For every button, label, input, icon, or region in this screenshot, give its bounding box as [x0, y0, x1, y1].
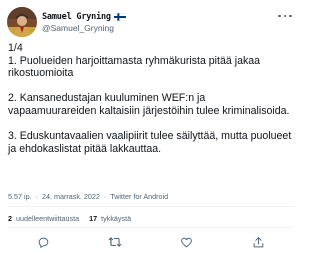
retweets-stat[interactable]: 2 uudelleentwiittausta — [8, 214, 79, 223]
like-button[interactable] — [179, 234, 195, 250]
author-handle[interactable]: @Samuel_Gryning — [42, 23, 126, 33]
divider — [8, 206, 294, 207]
reply-icon — [38, 237, 49, 248]
finnish-flag-icon — [113, 12, 126, 21]
tweet-line: 3. Eduskuntavaalien vaalipiirit tulee sä… — [8, 130, 295, 155]
tweet-source[interactable]: Twitter for Android — [110, 192, 168, 201]
tweet-text: 1/4 1. Puolueiden harjoittamasta ryhmäku… — [8, 42, 294, 155]
tweet-stats: 2 uudelleentwiittausta 17 tykkäystä — [8, 214, 131, 223]
divider — [8, 227, 294, 228]
action-bar — [8, 233, 294, 251]
avatar-icon — [7, 7, 37, 37]
meta-separator: · — [35, 192, 38, 201]
like-icon — [181, 237, 193, 247]
tweet-meta: 5.57 ip. · 24. marrask. 2022 · Twitter f… — [8, 192, 168, 201]
author-names: Samuel Gryning @Samuel_Gryning — [42, 11, 126, 33]
reply-button[interactable] — [36, 234, 52, 250]
retweet-button[interactable] — [107, 234, 123, 250]
display-name[interactable]: Samuel Gryning — [42, 12, 111, 22]
likes-stat[interactable]: 17 tykkäystä — [89, 214, 131, 223]
tweet-header: Samuel Gryning @Samuel_Gryning — [7, 7, 126, 37]
tweet-date[interactable]: 24. marrask. 2022 — [42, 192, 100, 201]
likes-label: tykkäystä — [101, 214, 132, 223]
more-dot — [278, 14, 281, 18]
tweet-line: 1/4 — [8, 42, 23, 54]
retweets-label: uudelleentwiittausta — [16, 214, 80, 223]
retweet-icon — [108, 237, 122, 247]
tweet-line: 2. Kansanedustajan kuuluminen WEF:n ja v… — [8, 92, 290, 117]
likes-count: 17 — [89, 214, 98, 223]
tweet-line: 1. Puolueiden harjoittamasta ryhmäkurist… — [8, 54, 263, 80]
more-options-icon[interactable] — [278, 13, 292, 19]
share-button[interactable] — [250, 234, 266, 250]
meta-separator: · — [103, 192, 107, 201]
retweets-count: 2 — [8, 214, 12, 223]
more-dot — [283, 14, 287, 18]
more-dot — [289, 14, 292, 18]
display-name-row: Samuel Gryning — [42, 11, 126, 22]
avatar[interactable] — [7, 7, 37, 37]
share-icon — [253, 236, 264, 247]
tweet-card: Samuel Gryning @Samuel_Gryning 1/4 1. Pu… — [0, 0, 302, 261]
tweet-time[interactable]: 5.57 ip. — [8, 192, 32, 201]
